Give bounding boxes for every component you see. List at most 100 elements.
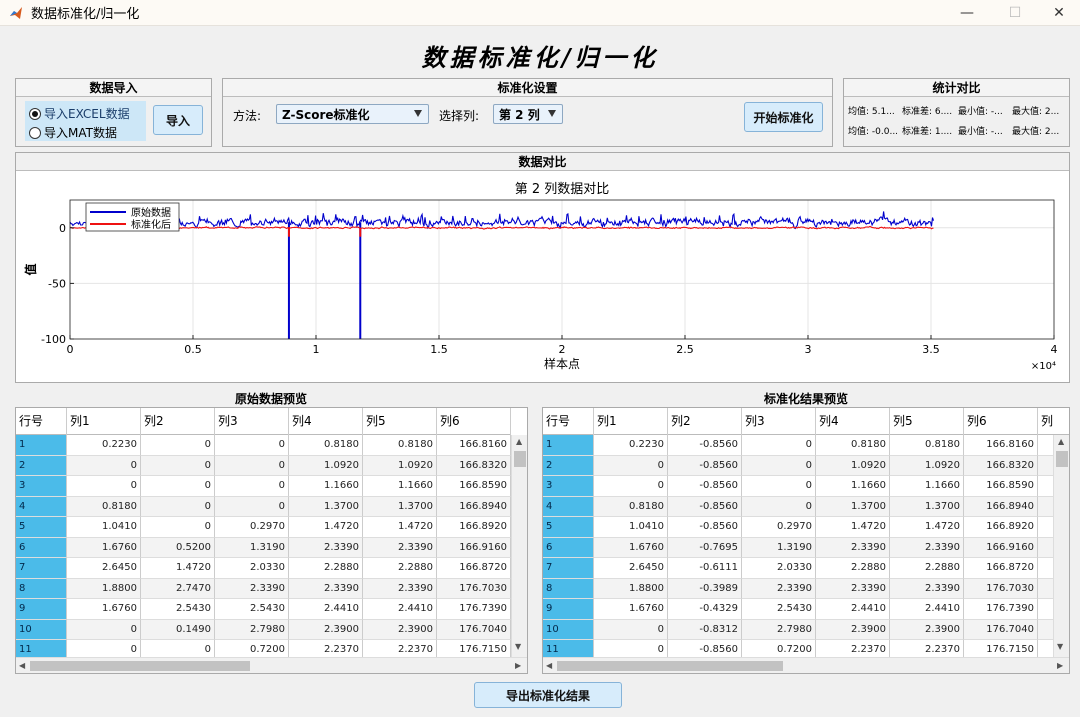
table-row[interactable]: 3 0 -0.8560 0 1.1660 1.1660 166.8590 <box>543 476 1069 497</box>
table-row[interactable]: 1 0.2230 -0.8560 0 0.8180 0.8180 166.8160 <box>543 435 1069 456</box>
table-row[interactable]: 4 0.8180 0 0 1.3700 1.3700 166.8940 <box>16 496 511 517</box>
table-cell[interactable]: 166.8590 <box>964 476 1038 497</box>
column-header[interactable]: 列3 <box>215 408 289 435</box>
table-row[interactable]: 2 0 -0.8560 0 1.0920 1.0920 166.8320 <box>543 455 1069 476</box>
table-cell[interactable]: 1.6760 <box>594 599 668 620</box>
table-row[interactable]: 10 0 -0.8312 2.7980 2.3900 2.3900 176.7040 <box>543 619 1069 640</box>
table-cell[interactable]: 0 <box>215 435 289 456</box>
table-row[interactable]: 6 1.6760 -0.7695 1.3190 2.3390 2.3390 166.9160 <box>543 537 1069 558</box>
row-number-cell[interactable]: 9 <box>543 599 594 620</box>
row-number-cell[interactable]: 5 <box>16 517 67 538</box>
column-header[interactable]: 行号 <box>543 408 594 435</box>
table-cell[interactable]: 1.0920 <box>816 455 890 476</box>
scroll-thumb[interactable] <box>30 661 250 671</box>
table-cell[interactable]: 0.8180 <box>890 435 964 456</box>
table-cell[interactable]: 0 <box>141 517 215 538</box>
table-cell[interactable]: 176.7040 <box>964 619 1038 640</box>
table-cell[interactable]: 1.4720 <box>289 517 363 538</box>
column-header[interactable]: 列6 <box>964 408 1038 435</box>
table-cell[interactable]: -0.8560 <box>668 517 742 538</box>
table-cell[interactable]: 2.4410 <box>289 599 363 620</box>
table-cell[interactable]: 1.8800 <box>67 578 141 599</box>
table-cell[interactable]: 2.7470 <box>141 578 215 599</box>
table-cell[interactable]: 2.0330 <box>215 558 289 579</box>
column-header[interactable]: 列1 <box>67 408 141 435</box>
table-cell[interactable]: 0 <box>67 455 141 476</box>
table-cell[interactable]: 166.8590 <box>437 476 511 497</box>
row-number-cell[interactable]: 7 <box>543 558 594 579</box>
table-cell[interactable]: 2.2880 <box>890 558 964 579</box>
table-cell[interactable]: 0 <box>742 455 816 476</box>
table-cell[interactable]: 0 <box>141 496 215 517</box>
table-cell[interactable]: -0.8312 <box>668 619 742 640</box>
table-cell[interactable]: 176.7390 <box>964 599 1038 620</box>
table-cell[interactable]: -0.8560 <box>668 476 742 497</box>
row-number-cell[interactable]: 1 <box>16 435 67 456</box>
export-results-button[interactable]: 导出标准化结果 <box>474 682 622 708</box>
table-cell[interactable]: -0.8560 <box>668 496 742 517</box>
table-cell[interactable]: 2.3900 <box>890 619 964 640</box>
table-cell[interactable]: -0.8560 <box>668 435 742 456</box>
row-number-cell[interactable]: 3 <box>543 476 594 497</box>
table-cell[interactable]: 176.7040 <box>437 619 511 640</box>
table-cell[interactable]: 0.2970 <box>215 517 289 538</box>
import-button[interactable]: 导入 <box>153 105 203 135</box>
table-cell[interactable]: 1.1660 <box>289 476 363 497</box>
table-cell[interactable]: -0.4329 <box>668 599 742 620</box>
table-cell[interactable]: 166.8320 <box>964 455 1038 476</box>
row-number-cell[interactable]: 4 <box>16 496 67 517</box>
table-cell[interactable]: 2.3390 <box>289 578 363 599</box>
table-row[interactable]: 4 0.8180 -0.8560 0 1.3700 1.3700 166.8940 <box>543 496 1069 517</box>
table-row[interactable]: 8 1.8800 2.7470 2.3390 2.3390 2.3390 176.7030 <box>16 578 511 599</box>
radio-import-excel[interactable]: 导入EXCEL数据 <box>29 105 130 122</box>
vertical-scrollbar[interactable]: ▲ <box>511 435 527 657</box>
table-cell[interactable]: 166.8320 <box>437 455 511 476</box>
table-cell[interactable]: 1.0410 <box>594 517 668 538</box>
table-cell[interactable]: 1.3700 <box>890 496 964 517</box>
table-cell[interactable]: 2.6450 <box>594 558 668 579</box>
table-cell[interactable]: 1.4720 <box>363 517 437 538</box>
table-cell[interactable]: 0.8180 <box>594 496 668 517</box>
table-cell[interactable]: 2.3390 <box>289 537 363 558</box>
table-cell[interactable]: 2.3900 <box>289 619 363 640</box>
table-row[interactable]: 7 2.6450 1.4720 2.0330 2.2880 2.2880 166.8720 <box>16 558 511 579</box>
row-number-cell[interactable]: 7 <box>16 558 67 579</box>
table-cell[interactable]: 2.4410 <box>816 599 890 620</box>
table-cell[interactable]: 166.8160 <box>964 435 1038 456</box>
table-cell[interactable]: 0.8180 <box>67 496 141 517</box>
table-cell[interactable]: 2.3390 <box>816 537 890 558</box>
table-cell[interactable]: 176.7030 <box>964 578 1038 599</box>
table-cell[interactable]: 0 <box>742 496 816 517</box>
table-cell[interactable]: 0 <box>215 476 289 497</box>
table-cell[interactable]: 0 <box>215 455 289 476</box>
table-cell[interactable]: 166.8940 <box>964 496 1038 517</box>
table-cell[interactable]: 1.0410 <box>67 517 141 538</box>
table-cell[interactable]: 166.8940 <box>437 496 511 517</box>
table-cell[interactable]: 0.8180 <box>816 435 890 456</box>
table-cell[interactable]: 2.3390 <box>363 537 437 558</box>
table-cell[interactable]: 2.3390 <box>890 537 964 558</box>
scroll-left-icon[interactable]: ◀ <box>19 661 25 670</box>
row-number-cell[interactable]: 1 <box>543 435 594 456</box>
scroll-thumb[interactable] <box>557 661 783 671</box>
table-cell[interactable]: -0.7695 <box>668 537 742 558</box>
table-cell[interactable]: 0.2970 <box>742 517 816 538</box>
table-cell[interactable]: 2.3900 <box>363 619 437 640</box>
table-cell[interactable]: 1.0920 <box>289 455 363 476</box>
vertical-scrollbar[interactable]: ▲ <box>1053 435 1069 657</box>
table-row[interactable]: 9 1.6760 -0.4329 2.5430 2.4410 2.4410 176.7390 <box>543 599 1069 620</box>
table-cell[interactable]: 0 <box>742 435 816 456</box>
table-cell[interactable]: 166.8720 <box>437 558 511 579</box>
table-cell[interactable]: 2.2880 <box>363 558 437 579</box>
row-number-cell[interactable]: 10 <box>16 619 67 640</box>
table-cell[interactable]: 2.0330 <box>742 558 816 579</box>
table-row[interactable]: 9 1.6760 2.5430 2.5430 2.4410 2.4410 176.7390 <box>16 599 511 620</box>
table-cell[interactable]: 0 <box>594 619 668 640</box>
column-header[interactable]: 列 <box>1038 408 1069 435</box>
table-cell[interactable]: 166.9160 <box>437 537 511 558</box>
table-cell[interactable]: 2.3390 <box>215 578 289 599</box>
table-cell[interactable]: 0.8180 <box>289 435 363 456</box>
column-header[interactable]: 列4 <box>289 408 363 435</box>
table-cell[interactable]: 1.0920 <box>890 455 964 476</box>
table-cell[interactable]: 166.8720 <box>964 558 1038 579</box>
